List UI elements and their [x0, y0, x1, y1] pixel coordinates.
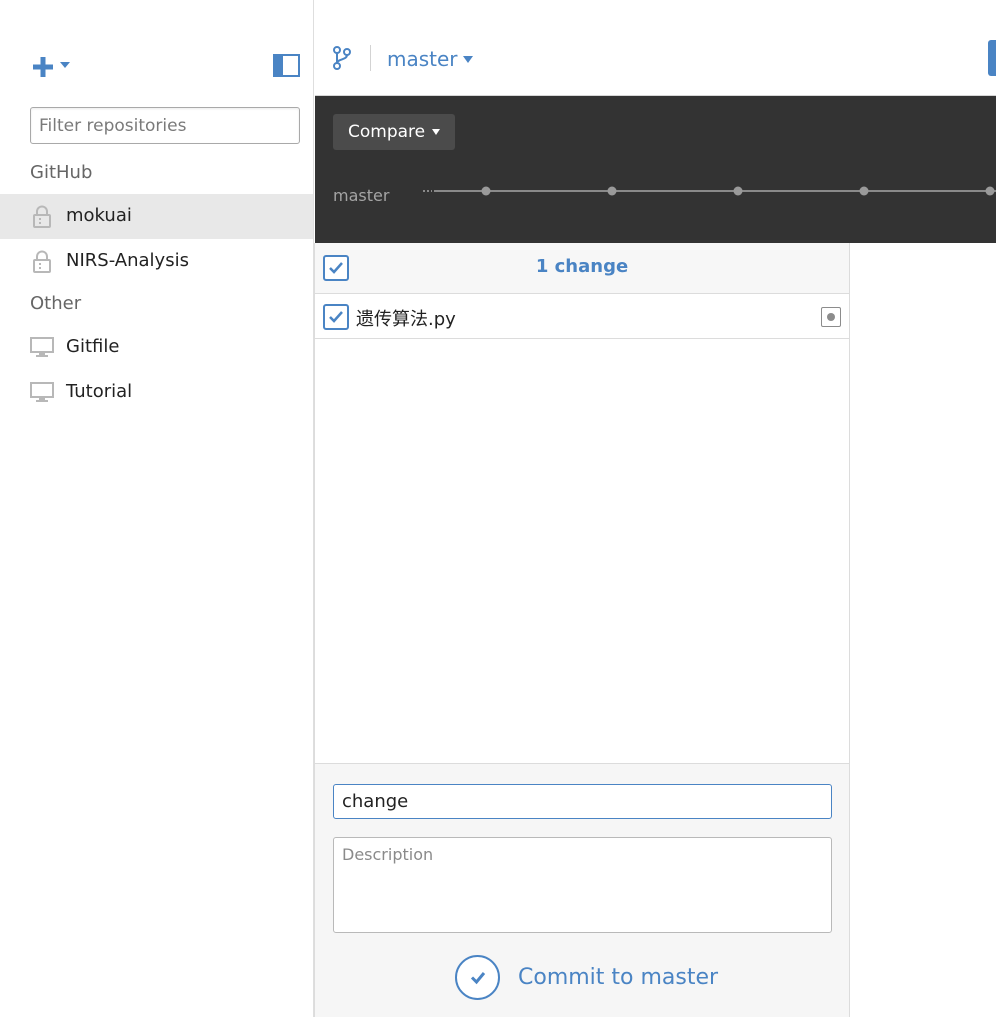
- branch-icon: [333, 46, 351, 70]
- compare-label: Compare: [348, 122, 426, 142]
- lock-icon: [33, 250, 51, 273]
- history-timeline: Compare master: [315, 96, 996, 243]
- check-icon: [329, 311, 343, 323]
- chevron-down-icon: [60, 62, 70, 68]
- changes-header: 1 change: [315, 243, 849, 294]
- monitor-icon: [30, 337, 54, 357]
- commit-description-input[interactable]: [333, 837, 832, 933]
- toolbar-divider: [370, 45, 371, 71]
- repo-item-mokuai[interactable]: mokuai: [0, 194, 313, 239]
- changes-count: 1 change: [535, 256, 629, 277]
- sync-button-edge[interactable]: [988, 40, 996, 76]
- modified-status-icon: [821, 307, 841, 327]
- commit-dot[interactable]: [481, 186, 491, 196]
- current-branch-name: master: [387, 47, 458, 71]
- sidebar-panel-icon: [275, 56, 283, 75]
- commit-area: Commit to master: [315, 763, 849, 1017]
- filter-repositories-input[interactable]: [30, 107, 300, 144]
- branch-selector[interactable]: master: [387, 45, 473, 73]
- add-repository-button[interactable]: [30, 52, 74, 80]
- section-heading-github: GitHub: [30, 162, 93, 183]
- commit-dot[interactable]: [985, 186, 995, 196]
- changed-file-row[interactable]: 遗传算法.py: [315, 294, 849, 339]
- repo-item-tutorial[interactable]: Tutorial: [0, 370, 313, 415]
- compare-button[interactable]: Compare: [333, 114, 456, 150]
- changes-panel: 1 change 遗传算法.py Commit to master: [314, 243, 850, 1017]
- timeline-branch-label: master: [333, 186, 390, 205]
- chevron-down-icon: [462, 55, 473, 63]
- repo-name: mokuai: [66, 205, 132, 226]
- commit-summary-input[interactable]: [333, 784, 832, 819]
- chevron-down-icon: [432, 129, 441, 135]
- section-heading-other: Other: [30, 293, 82, 314]
- repo-name: NIRS-Analysis: [66, 250, 189, 271]
- lock-icon: [33, 205, 51, 228]
- plus-icon: [33, 57, 53, 77]
- commit-dot[interactable]: [859, 186, 869, 196]
- commit-dot[interactable]: [607, 186, 617, 196]
- commit-dot[interactable]: [733, 186, 743, 196]
- repo-item-nirs-analysis[interactable]: NIRS-Analysis: [0, 239, 313, 284]
- commit-timeline-graph[interactable]: [420, 184, 996, 198]
- branch-toolbar: master: [315, 0, 996, 96]
- repo-name: Gitfile: [66, 336, 120, 357]
- commit-check-icon: [455, 954, 500, 1000]
- file-checkbox[interactable]: [323, 304, 349, 330]
- repo-name: Tutorial: [66, 381, 133, 402]
- monitor-icon: [30, 382, 54, 402]
- toggle-sidebar-button[interactable]: [273, 54, 300, 77]
- commit-button[interactable]: Commit to master: [455, 954, 718, 1000]
- file-name: 遗传算法.py: [356, 309, 456, 330]
- sidebar: GitHub mokuai NIRS-Analysis Other Gitfil…: [0, 0, 314, 1017]
- repo-item-gitfile[interactable]: Gitfile: [0, 325, 313, 370]
- commit-button-label: Commit to master: [518, 964, 719, 990]
